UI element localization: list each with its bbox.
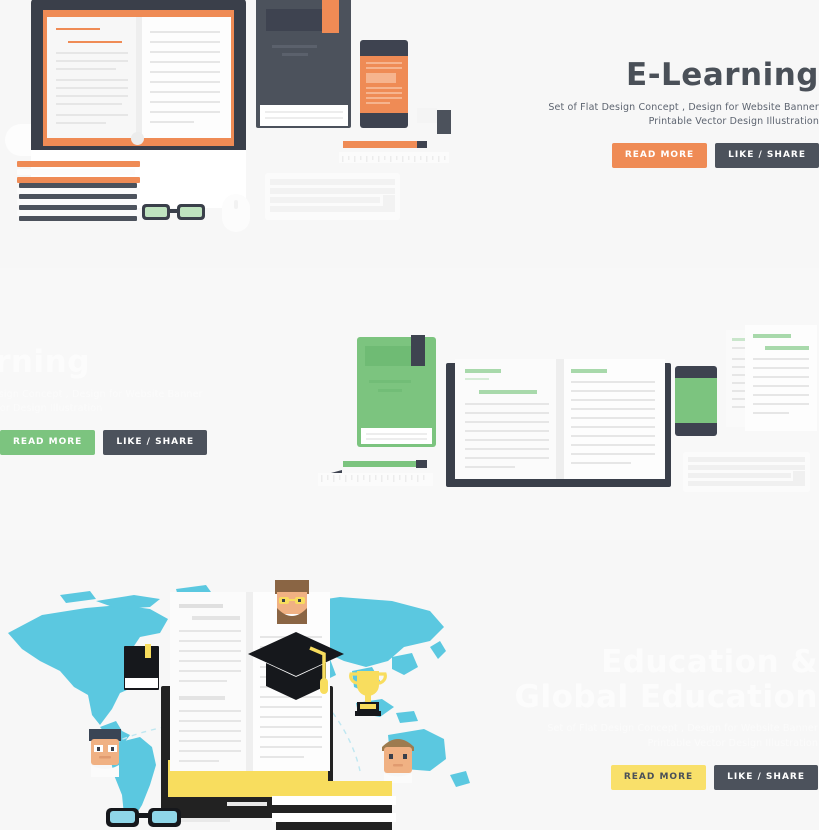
like-share-button[interactable]: LIKE / SHARE: [715, 143, 819, 169]
book-subtitle-line: [282, 53, 308, 56]
subtitle-line-1: Set of Flat Design Concept , Design for …: [548, 101, 819, 113]
monitor-logo-dot: [131, 132, 144, 145]
page-title: Education & Global Education: [515, 645, 818, 714]
banner-3-button-row: READ MORE LIKE / SHARE: [515, 764, 818, 790]
pencil-line: [227, 802, 267, 806]
banner-3-subtitle: Set of Flat Design Concept , Design for …: [515, 722, 818, 751]
paper-stack-item: [17, 169, 135, 175]
book-bottom-band: [125, 678, 158, 688]
green-book-cover-window: [365, 346, 412, 366]
title-line-1: Education &: [601, 644, 818, 680]
pencil-icon: [343, 461, 416, 467]
book-stack-item: [272, 796, 396, 805]
book-bottom-band: [260, 105, 348, 126]
book-stack-item: [276, 805, 392, 813]
subtitle-line-2: Printable Vector Design Illustration: [0, 403, 103, 415]
banner-1-copy-block: E-Learning Set of Flat Design Concept , …: [548, 57, 819, 169]
page-title: Learning: [0, 344, 90, 380]
glasses-icon: [106, 808, 181, 827]
open-book-left-page: [455, 359, 559, 479]
page-title: E-Learning: [626, 57, 819, 93]
glasses-icon: [142, 204, 205, 220]
book-stack-item: [276, 822, 392, 830]
avatar: [275, 580, 309, 624]
keyboard-icon: [683, 452, 810, 492]
subtitle-line-1: Set of Flat Design Concept , Design for …: [0, 388, 203, 400]
screen-book-right-page: [139, 17, 231, 138]
green-book-bottom-band: [361, 428, 432, 444]
ruler-icon: [339, 152, 449, 163]
screen-book-spine: [136, 17, 142, 138]
pencil-icon: [343, 141, 417, 148]
card-icon: [417, 108, 437, 123]
banner-elearning-orange: E-Learning Set of Flat Design Concept , …: [0, 0, 819, 268]
screen-book-left-page: [47, 17, 139, 138]
subtitle-line-2: Printable Vector Design Illustration: [648, 116, 819, 128]
phone-screen: [360, 56, 408, 113]
like-share-button[interactable]: LIKE / SHARE: [714, 764, 818, 790]
usb-chip-icon: [437, 110, 451, 134]
banner-2-copy-block: Learning Set of Flat Design Concept , De…: [0, 344, 208, 456]
mouse-icon: [222, 194, 250, 232]
green-book-title-line: [369, 380, 411, 383]
open-book-gutter: [556, 359, 564, 479]
avatar: [89, 729, 121, 777]
open-book-right-page: [561, 359, 665, 479]
banner-3-copy-block: Education & Global Education Set of Flat…: [515, 645, 818, 790]
green-book-subtitle-line: [378, 389, 402, 392]
banner-2-button-row: READ MORE LIKE / SHARE: [0, 430, 208, 456]
book-title-line: [272, 45, 317, 48]
banner-set-page: E-Learning Set of Flat Design Concept , …: [0, 0, 819, 830]
read-more-button[interactable]: READ MORE: [611, 143, 708, 169]
bookmark-ribbon: [411, 335, 425, 366]
read-more-button[interactable]: READ MORE: [610, 764, 707, 790]
open-book-left-page: [170, 592, 249, 771]
document-page-front: [745, 325, 817, 431]
pencil-eraser: [331, 461, 342, 476]
book-cover-window: [266, 9, 323, 31]
subtitle-line-1: Set of Flat Design Concept , Design for …: [547, 723, 818, 735]
pencil-tip: [416, 460, 427, 468]
title-line-2: Global Education: [514, 678, 818, 715]
trophy-icon: [349, 671, 387, 716]
graduation-cap-icon: [248, 632, 344, 700]
paper-stack-item: [19, 216, 137, 221]
banner-1-subtitle: Set of Flat Design Concept , Design for …: [548, 101, 819, 130]
keyboard-icon: [265, 173, 400, 220]
avatar: [382, 739, 414, 783]
paper-stack-item: [17, 161, 140, 167]
bookmark-ribbon: [145, 644, 151, 658]
bookmark-ribbon: [322, 0, 339, 33]
book-stack-item: [272, 813, 396, 822]
like-share-button[interactable]: LIKE / SHARE: [103, 430, 208, 456]
subtitle-line-2: Printable Vector Design Illustration: [647, 738, 818, 750]
ruler-icon: [318, 473, 433, 486]
banner-1-button-row: READ MORE LIKE / SHARE: [548, 143, 819, 169]
read-more-button[interactable]: READ MORE: [0, 430, 96, 456]
pencil-tip: [417, 141, 427, 148]
phone-screen: [675, 378, 717, 423]
book-stack-item: [276, 781, 392, 796]
banner-2-subtitle: Set of Flat Design Concept , Design for …: [0, 388, 207, 417]
